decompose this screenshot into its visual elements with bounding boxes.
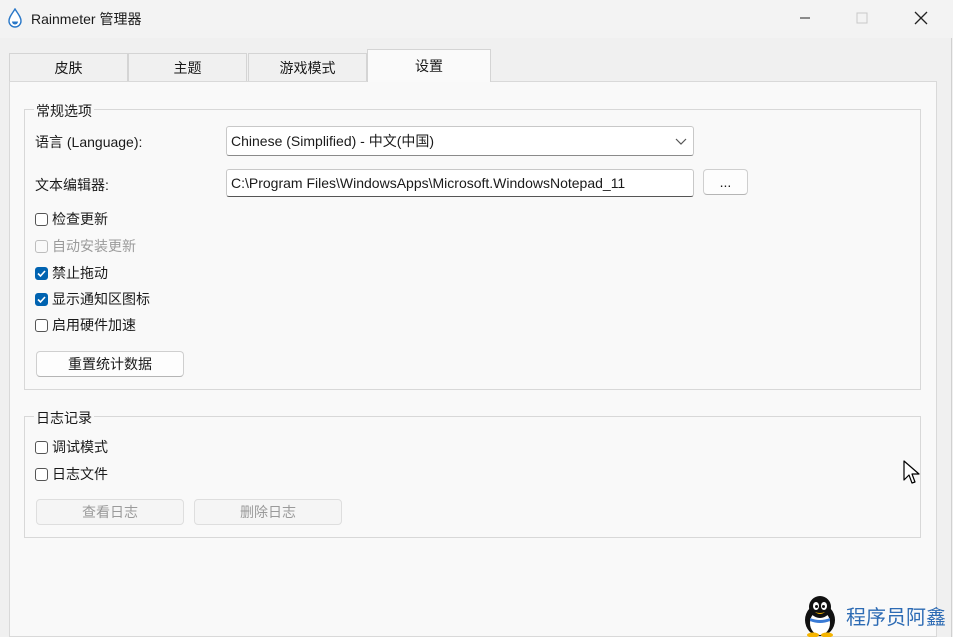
text-editor-value: C:\Program Files\WindowsApps\Microsoft.W… [231, 175, 626, 191]
tab-label: 皮肤 [54, 59, 83, 76]
view-log-button[interactable]: 查看日志 [36, 499, 184, 525]
checkbox-box[interactable] [35, 467, 48, 481]
general-options-title: 常规选项 [34, 101, 94, 121]
close-icon [914, 11, 928, 25]
view-log-label: 查看日志 [82, 504, 138, 520]
reset-statistics-label: 重置统计数据 [68, 356, 152, 372]
text-editor-input[interactable]: C:\Program Files\WindowsApps\Microsoft.W… [226, 169, 694, 197]
penguin-icon [805, 596, 835, 637]
auto-install-updates-checkbox[interactable]: 自动安装更新 [35, 236, 136, 256]
browse-editor-button[interactable]: ... [703, 169, 748, 195]
hardware-acceleration-checkbox[interactable]: 启用硬件加速 [35, 315, 136, 335]
watermark: 程序员阿鑫 [800, 594, 946, 637]
watermark-text: 程序员阿鑫 [846, 607, 946, 629]
checkbox-label: 启用硬件加速 [52, 317, 136, 333]
text-editor-label: 文本编辑器: [35, 177, 109, 193]
log-file-checkbox[interactable]: 日志文件 [35, 464, 108, 484]
close-button[interactable] [892, 0, 950, 36]
debug-mode-checkbox[interactable]: 调试模式 [35, 437, 108, 457]
tab-game-mode[interactable]: 游戏模式 [248, 53, 367, 81]
checkbox-box[interactable] [35, 318, 48, 332]
tab-label: 主题 [173, 59, 202, 76]
checkbox-box[interactable] [35, 440, 48, 454]
checkbox-box[interactable] [35, 212, 48, 226]
show-tray-icon-checkbox[interactable]: 显示通知区图标 [35, 289, 150, 309]
title-bar[interactable]: Rainmeter 管理器 [0, 0, 953, 38]
tab-label: 设置 [415, 58, 443, 74]
check-updates-checkbox[interactable]: 检查更新 [35, 209, 108, 229]
maximize-icon [856, 12, 868, 24]
checkmark-icon [37, 269, 46, 277]
checkmark-icon [37, 295, 46, 303]
tab-settings[interactable]: 设置 [367, 49, 491, 82]
chevron-down-icon [675, 138, 687, 145]
minimize-icon [800, 17, 810, 19]
browse-editor-label: ... [719, 174, 732, 190]
maximize-button[interactable] [833, 0, 891, 36]
checkbox-label: 显示通知区图标 [52, 291, 150, 307]
checkbox-box[interactable] [35, 239, 48, 253]
mouse-cursor-icon [903, 460, 920, 484]
checkbox-label: 日志文件 [52, 466, 108, 482]
tab-label: 游戏模式 [279, 59, 336, 76]
language-select[interactable]: Chinese (Simplified) - 中文(中国) [226, 126, 694, 156]
checkbox-label: 禁止拖动 [52, 265, 108, 281]
language-select-value: Chinese (Simplified) - 中文(中国) [231, 133, 435, 149]
tab-skins[interactable]: 皮肤 [9, 53, 128, 81]
delete-log-label: 删除日志 [240, 504, 296, 520]
checkbox-label: 调试模式 [52, 439, 108, 455]
settings-panel: 常规选项 语言 (Language): Chinese (Simplified)… [9, 81, 937, 637]
window-title: Rainmeter 管理器 [31, 11, 142, 27]
checkbox-box[interactable] [35, 266, 48, 280]
language-label: 语言 (Language): [35, 134, 143, 150]
checkbox-label: 自动安装更新 [52, 238, 136, 254]
reset-statistics-button[interactable]: 重置统计数据 [36, 351, 184, 377]
disable-dragging-checkbox[interactable]: 禁止拖动 [35, 263, 108, 283]
minimize-button[interactable] [776, 0, 834, 36]
rainmeter-drop-icon [8, 8, 22, 28]
tab-themes[interactable]: 主题 [128, 53, 247, 81]
checkbox-label: 检查更新 [52, 211, 108, 227]
delete-log-button[interactable]: 删除日志 [194, 499, 342, 525]
checkbox-box[interactable] [35, 292, 48, 306]
logging-title: 日志记录 [34, 408, 94, 428]
